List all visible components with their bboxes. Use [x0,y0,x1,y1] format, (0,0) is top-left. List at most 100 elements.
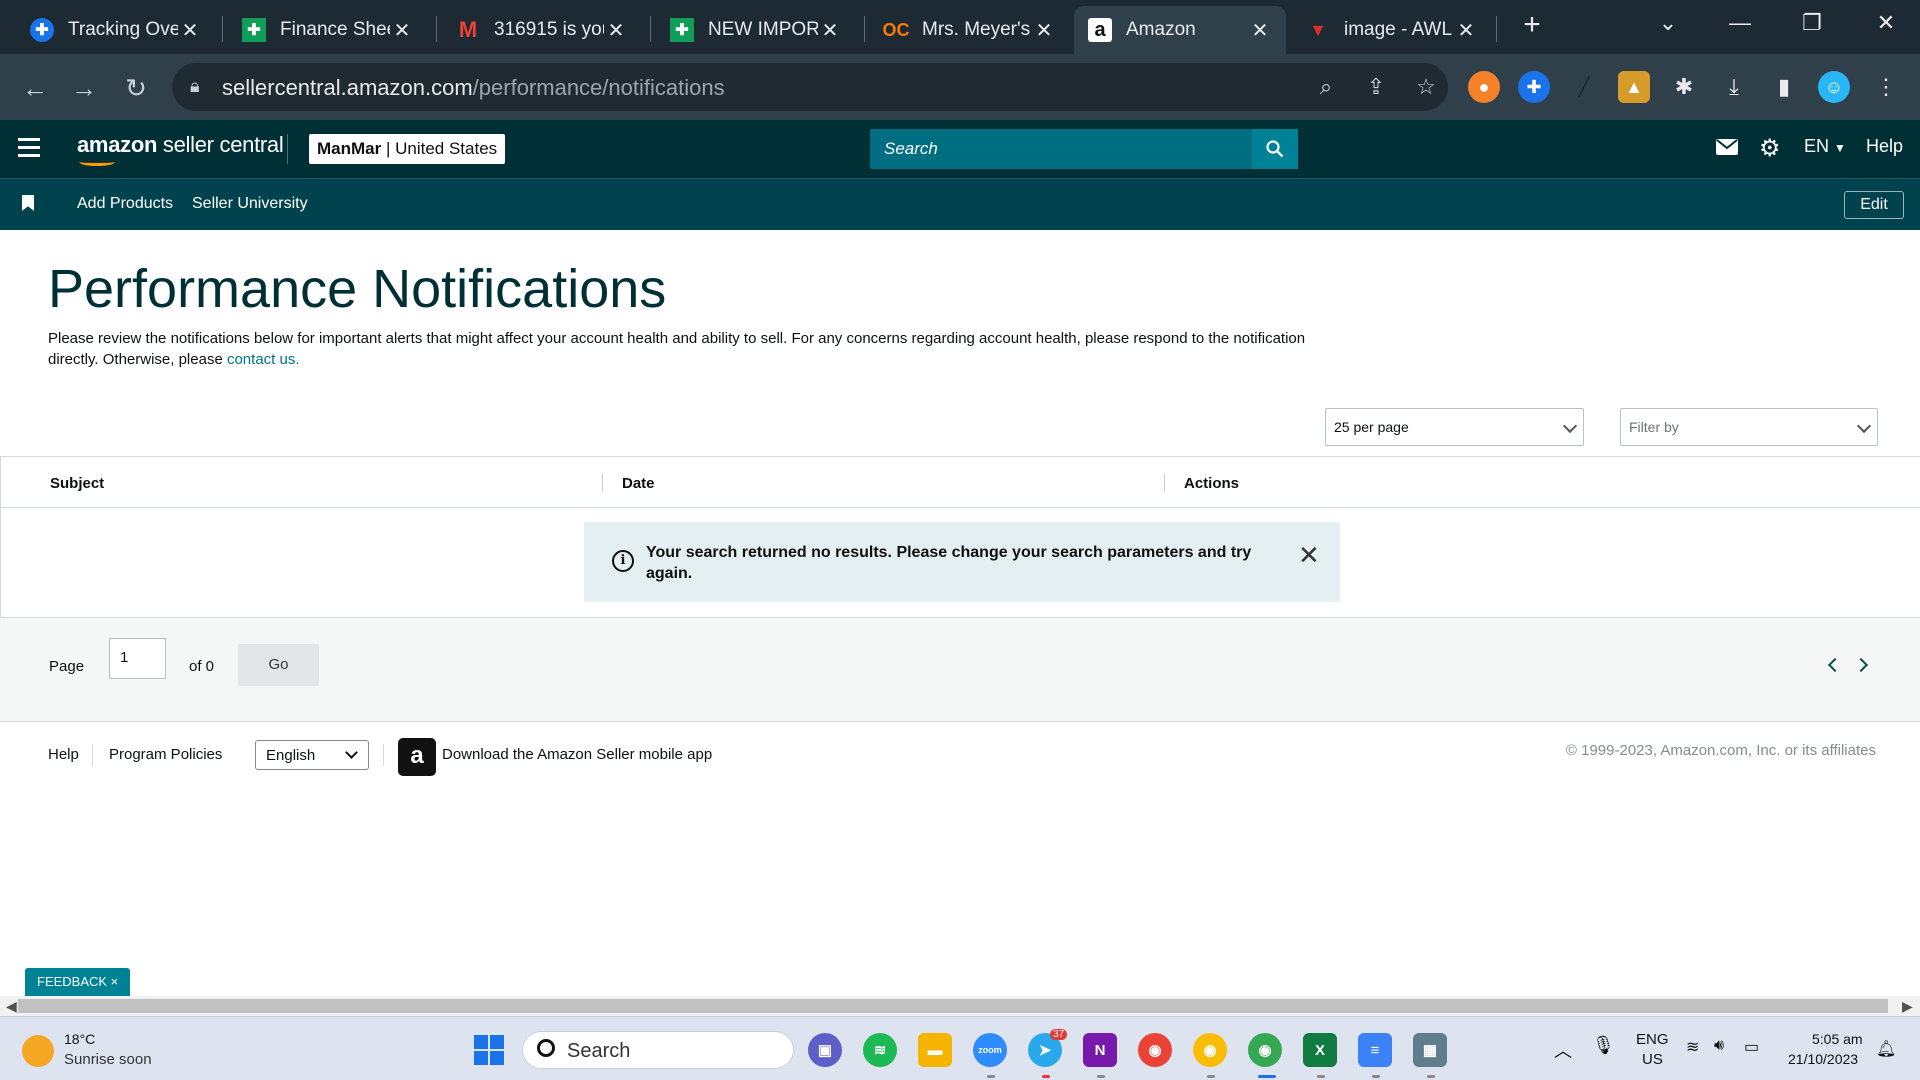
scrollbar-thumb[interactable] [18,999,1888,1013]
close-tab-icon[interactable]: ✕ [1454,18,1478,43]
column-date[interactable]: Date [622,475,655,492]
weather-sun-icon[interactable] [22,1035,54,1067]
wifi-icon[interactable]: ≋ [1686,1037,1699,1057]
clock-date[interactable]: 21/10/2023 [1788,1051,1858,1067]
hamburger-menu-icon[interactable] [18,138,40,158]
close-tab-icon[interactable]: ✕ [1032,18,1056,43]
microphone-icon[interactable]: 🎙︎ [1592,1035,1615,1056]
extensions-puzzle-icon[interactable]: ✱ [1668,71,1700,103]
onenote-icon[interactable]: N [1083,1033,1117,1067]
close-alert-icon[interactable]: ✕ [1298,540,1320,571]
lock-icon[interactable]: 🔒︎ [190,76,212,98]
close-tab-icon[interactable]: ✕ [178,18,202,43]
horizontal-scrollbar[interactable]: ◀ ▶ [0,996,1920,1016]
browser-menu-icon[interactable]: ⋮ [1870,71,1902,103]
address-bar[interactable]: 🔒︎ sellercentral.amazon.com/performance/… [172,63,1448,111]
feedback-button[interactable]: FEEDBACK × [25,968,131,996]
taskbar-search[interactable]: Search [522,1031,794,1069]
download-icon[interactable]: ⤓ [1718,71,1750,103]
notification-bell-icon[interactable]: 🔔︎ [1876,1039,1896,1059]
help-link[interactable]: Help [1866,136,1903,157]
seller-central-logo[interactable]: amazon seller central [77,132,284,166]
tab-search-chevron-icon[interactable]: ⌄ [1648,10,1688,36]
bookmark-star-icon[interactable]: ☆ [1412,73,1440,101]
go-button[interactable]: Go [238,644,319,686]
footer-language-select[interactable]: English [255,740,369,770]
file-explorer-icon[interactable]: ▬ [918,1033,952,1067]
running-indicator [1207,1075,1215,1078]
restore-icon[interactable]: ❐ [1792,10,1832,36]
minimize-icon[interactable]: — [1720,10,1760,36]
reload-icon[interactable]: ↻ [116,68,156,108]
running-indicator [1372,1075,1380,1078]
side-panel-icon[interactable]: ▮ [1768,71,1800,103]
mail-icon[interactable] [1716,138,1738,161]
column-subject[interactable]: Subject [50,475,104,492]
edit-button[interactable]: Edit [1844,191,1904,219]
back-arrow-icon[interactable]: ← [15,68,55,108]
chrome-active-icon[interactable]: ◉ [1248,1033,1282,1067]
browser-tab[interactable]: ✚ Tracking Over ✕ [16,6,216,54]
weather-description[interactable]: Sunrise soon [64,1051,152,1068]
calculator-icon[interactable]: ▦ [1413,1033,1447,1067]
gear-icon[interactable]: ⚙ [1759,134,1781,163]
battery-icon[interactable]: ▭ [1744,1037,1759,1057]
show-hidden-icons-chevron-icon[interactable]: ︿ [1554,1037,1572,1063]
language-selector[interactable]: EN ▼ [1804,136,1846,157]
browser-tab[interactable]: ▼ image - AWL ✕ [1292,6,1492,54]
close-tab-icon[interactable]: ✕ [604,18,628,43]
amazon-app-icon[interactable]: a [398,738,436,776]
extension-honey-icon[interactable]: ▲ [1618,71,1650,103]
bookmark-icon[interactable] [22,195,34,211]
clock-time[interactable]: 5:05 am [1812,1031,1863,1047]
search-button[interactable] [1252,129,1298,169]
footer-program-policies-link[interactable]: Program Policies [109,746,222,763]
browser-tab[interactable]: ✚ Finance Sheet ✕ [228,6,428,54]
next-page-icon[interactable] [1853,657,1869,673]
marketplace-switcher[interactable]: ManMar | United States [309,134,506,164]
input-language-top[interactable]: ENG [1636,1031,1669,1048]
windows-start-icon[interactable] [474,1035,504,1065]
volume-icon[interactable]: 🔊︎ [1714,1037,1724,1055]
forward-arrow-icon[interactable]: → [64,68,104,108]
close-tab-icon[interactable]: ✕ [1248,18,1272,43]
teams-chat-icon[interactable]: ▣ [808,1033,842,1067]
per-page-select[interactable]: 25 per page [1325,408,1584,446]
close-window-icon[interactable]: ✕ [1866,10,1906,36]
footer-help-link[interactable]: Help [48,746,79,763]
browser-tab-active[interactable]: a Amazon ✕ [1074,6,1286,54]
browser-tab[interactable]: M 316915 is you ✕ [442,6,642,54]
zoom-icon[interactable]: zoom [973,1033,1007,1067]
browser-tab[interactable]: ✚ NEW IMPORT ✕ [656,6,856,54]
share-icon[interactable]: ⇪ [1362,73,1390,101]
profile-avatar[interactable]: ☺ [1818,71,1850,103]
contact-us-link[interactable]: contact us. [227,351,300,368]
notepad-icon[interactable]: ≡ [1358,1033,1392,1067]
chrome-icon[interactable]: ◉ [1138,1033,1172,1067]
input-language-bottom[interactable]: US [1642,1051,1663,1068]
zoom-icon[interactable]: ⌕ [1312,73,1340,101]
filter-select[interactable]: Filter by [1620,408,1878,446]
seller-search-box[interactable]: Search [870,129,1298,169]
spotify-icon[interactable]: ≋ [863,1033,897,1067]
scroll-right-icon[interactable]: ▶ [1902,998,1913,1015]
close-tab-icon[interactable]: ✕ [818,18,842,43]
excel-icon[interactable]: X [1303,1033,1337,1067]
scroll-left-icon[interactable]: ◀ [6,998,17,1015]
browser-tab[interactable]: OC Mrs. Meyer's ✕ [870,6,1070,54]
subnav-seller-university[interactable]: Seller University [192,195,308,213]
weather-temperature[interactable]: 18°C [64,1031,95,1047]
extension-plus-icon[interactable]: ✚ [1518,71,1550,103]
extension-color-icon[interactable]: ● [1468,71,1500,103]
close-tab-icon[interactable]: ✕ [390,18,414,43]
previous-page-icon[interactable] [1827,657,1843,673]
subnav-add-products[interactable]: Add Products [77,195,173,213]
new-tab-button[interactable]: + [1512,8,1552,42]
download-app-link[interactable]: Download the Amazon Seller mobile app [442,746,712,763]
extension-pen-icon[interactable]: ╱ [1568,71,1600,103]
page-number-input[interactable]: 1 [109,638,166,679]
chrome-profile-icon[interactable]: ◉ [1193,1033,1227,1067]
tab-title: image - AWL [1344,19,1453,40]
image-icon: ▼ [1309,19,1327,40]
running-indicator-active [1258,1075,1276,1078]
